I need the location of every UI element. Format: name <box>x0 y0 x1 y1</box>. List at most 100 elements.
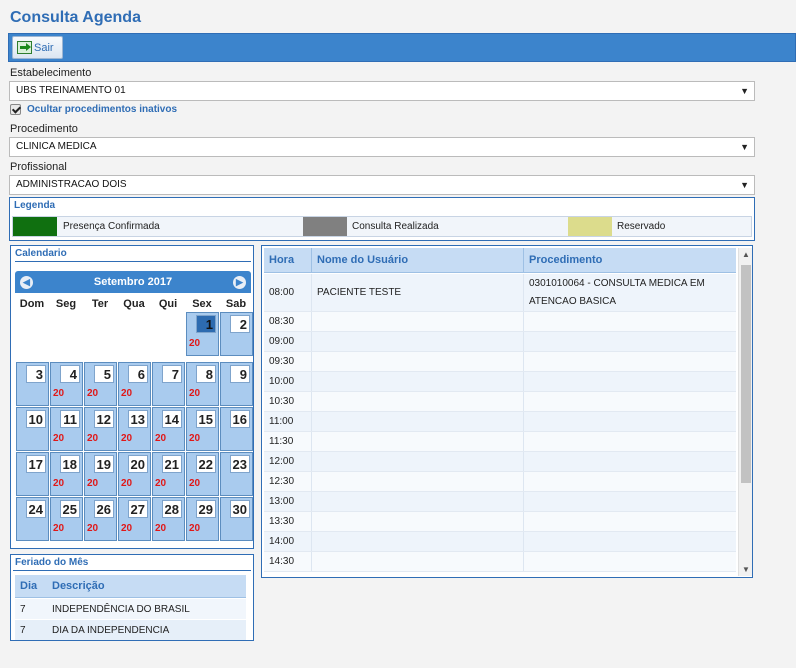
calendar-day[interactable]: 13 20 <box>118 407 151 451</box>
calendar-day[interactable]: 28 20 <box>152 497 185 541</box>
holiday-description: INDEPENDÊNCIA DO BRASIL <box>52 603 190 615</box>
weekday-label: Seg <box>55 298 77 310</box>
calendar-day[interactable]: 21 20 <box>152 452 185 496</box>
calendar-day-count: 20 <box>87 478 99 489</box>
agenda-col-user: Nome do Usuário <box>312 248 524 272</box>
calendar-day[interactable]: 20 20 <box>118 452 151 496</box>
agenda-row[interactable]: 13:30 <box>264 512 736 532</box>
calendar-day[interactable]: 11 20 <box>50 407 83 451</box>
agenda-row[interactable]: 12:30 <box>264 472 736 492</box>
calendar-day[interactable]: 23 <box>220 452 253 496</box>
scrollbar-thumb[interactable] <box>741 265 751 483</box>
calendar-day[interactable]: 4 20 <box>50 362 83 406</box>
calendar-day-count: 20 <box>121 388 133 399</box>
hide-inactive-row: Ocultar procedimentos inativos <box>10 104 177 115</box>
scroll-down-icon[interactable]: ▼ <box>742 565 750 574</box>
toolbar: Sair <box>8 33 796 62</box>
agenda-row[interactable]: 09:30 <box>264 352 736 372</box>
calendar-day[interactable]: 16 <box>220 407 253 451</box>
next-month-icon[interactable]: ▶ <box>233 276 246 289</box>
agenda-cell-procedure <box>524 352 736 371</box>
calendar-day[interactable]: 25 20 <box>50 497 83 541</box>
calendar-day-count: 20 <box>189 523 201 534</box>
calendar-day[interactable]: 22 20 <box>186 452 219 496</box>
agenda-row[interactable]: 13:00 <box>264 492 736 512</box>
calendar-day[interactable]: 8 20 <box>186 362 219 406</box>
exit-button[interactable]: Sair <box>12 36 63 59</box>
calendar-day[interactable]: 12 20 <box>84 407 117 451</box>
exit-icon <box>17 41 32 54</box>
agenda-cell-time: 09:30 <box>264 352 312 371</box>
calendar-day[interactable]: 30 <box>220 497 253 541</box>
agenda-cell-user <box>312 332 524 351</box>
hide-inactive-checkbox[interactable] <box>10 104 21 115</box>
agenda-row[interactable]: 12:00 <box>264 452 736 472</box>
calendar-day[interactable]: 5 20 <box>84 362 117 406</box>
agenda-row[interactable]: 14:00 <box>264 532 736 552</box>
agenda-cell-user <box>312 392 524 411</box>
calendar-day-number: 22 <box>196 455 216 473</box>
agenda-row[interactable]: 08:00 PACIENTE TESTE 0301010064 - CONSULTA… <box>264 274 736 312</box>
agenda-scrollbar[interactable]: ▲ ▼ <box>738 248 752 576</box>
calendar-day[interactable]: 7 <box>152 362 185 406</box>
agenda-cell-procedure <box>524 432 736 451</box>
calendar-day[interactable]: 15 20 <box>186 407 219 451</box>
agenda-row[interactable]: 11:00 <box>264 412 736 432</box>
holidays-col-description: Descrição <box>52 580 105 592</box>
calendar-day[interactable]: 1 20 <box>186 312 219 356</box>
chevron-down-icon: ▼ <box>740 142 749 152</box>
agenda-row[interactable]: 10:30 <box>264 392 736 412</box>
agenda-cell-time: 14:30 <box>264 552 312 571</box>
calendar-day-number: 14 <box>162 410 182 428</box>
procedure-select[interactable]: CLINICA MEDICA ▼ <box>9 137 755 157</box>
agenda-cell-user <box>312 472 524 491</box>
calendar-day[interactable]: 14 20 <box>152 407 185 451</box>
agenda-row[interactable]: 08:30 <box>264 312 736 332</box>
calendar-day[interactable]: 9 <box>220 362 253 406</box>
professional-select[interactable]: ADMINISTRACAO DOIS ▼ <box>9 175 755 195</box>
calendar-day[interactable]: 17 <box>16 452 49 496</box>
legend-label-reserved: Reservado <box>617 221 666 232</box>
calendar-day-number: 25 <box>60 500 80 518</box>
calendar-day[interactable]: 26 20 <box>84 497 117 541</box>
agenda-cell-time: 11:00 <box>264 412 312 431</box>
calendar-day-count: 20 <box>189 478 201 489</box>
weekday-label: Qui <box>158 298 178 310</box>
procedure-label: Procedimento <box>10 123 78 135</box>
calendar-day[interactable]: 29 20 <box>186 497 219 541</box>
calendar-day[interactable]: 19 20 <box>84 452 117 496</box>
holidays-panel: Feriado do Mês Dia Descrição 7 INDEPENDÊ… <box>10 554 254 641</box>
calendar-day-number: 17 <box>26 455 46 473</box>
calendar-day[interactable]: 18 20 <box>50 452 83 496</box>
calendar-day-number: 27 <box>128 500 148 518</box>
calendar-day-count: 20 <box>189 338 201 349</box>
calendar-month-label: Setembro 2017 <box>93 276 173 288</box>
agenda-row[interactable]: 09:00 <box>264 332 736 352</box>
agenda-cell-procedure <box>524 372 736 391</box>
agenda-col-time: Hora <box>264 248 312 272</box>
agenda-cell-time: 08:30 <box>264 312 312 331</box>
calendar-day-number: 29 <box>196 500 216 518</box>
calendar-day-count: 20 <box>189 388 201 399</box>
calendar-day[interactable]: 6 20 <box>118 362 151 406</box>
calendar-day[interactable]: 10 <box>16 407 49 451</box>
calendar-day-count: 20 <box>53 433 65 444</box>
calendar-day-number: 28 <box>162 500 182 518</box>
calendar-day-number: 15 <box>196 410 216 428</box>
calendar-day[interactable]: 2 <box>220 312 253 356</box>
legend-swatch-done <box>303 217 347 236</box>
scroll-up-icon[interactable]: ▲ <box>742 250 750 259</box>
agenda-row[interactable]: 11:30 <box>264 432 736 452</box>
calendar-day[interactable]: 24 <box>16 497 49 541</box>
agenda-cell-time: 10:00 <box>264 372 312 391</box>
establishment-value: UBS TREINAMENTO 01 <box>16 85 126 96</box>
prev-month-icon[interactable]: ◀ <box>20 276 33 289</box>
calendar-day[interactable]: 27 20 <box>118 497 151 541</box>
establishment-select[interactable]: UBS TREINAMENTO 01 ▼ <box>9 81 755 101</box>
agenda-row[interactable]: 14:30 <box>264 552 736 572</box>
agenda-cell-time: 09:00 <box>264 332 312 351</box>
calendar-day[interactable]: 3 <box>16 362 49 406</box>
agenda-row[interactable]: 10:00 <box>264 372 736 392</box>
hide-inactive-label[interactable]: Ocultar procedimentos inativos <box>27 104 177 115</box>
calendar-day-number: 1 <box>196 315 216 333</box>
